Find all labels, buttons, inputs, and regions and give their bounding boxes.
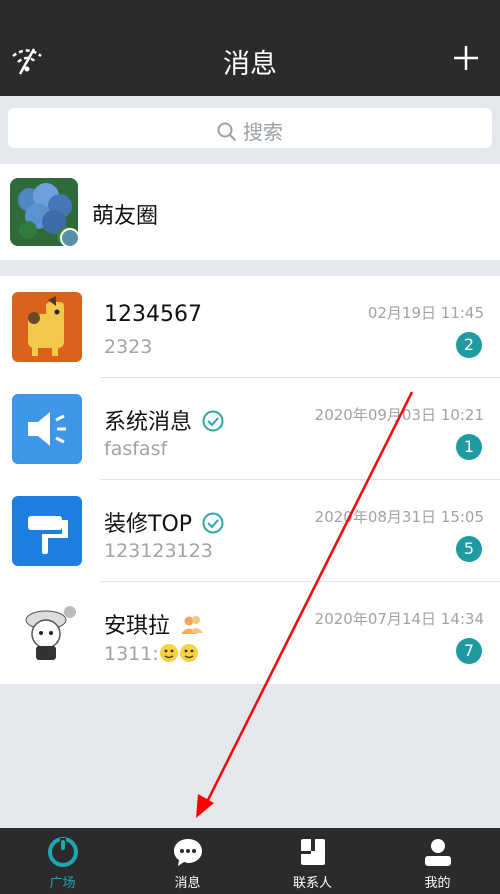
avatar <box>12 598 82 668</box>
conversation-preview: 1311: <box>104 642 199 665</box>
unread-badge: 1 <box>456 434 482 460</box>
contacts-icon <box>300 839 325 865</box>
tab-contacts[interactable]: 联系人 <box>250 828 375 894</box>
search-placeholder: 搜索 <box>243 120 283 144</box>
conversation-name: 安琪拉 <box>104 614 171 639</box>
tab-me[interactable]: 我的 <box>375 828 500 894</box>
avatar <box>12 496 82 566</box>
plus-icon[interactable] <box>452 44 480 72</box>
avatar <box>12 292 82 362</box>
emoji-icon <box>159 644 198 662</box>
tab-plaza[interactable]: 广场 <box>0 828 125 894</box>
verified-check-icon <box>60 228 80 248</box>
conversation-time: 2020年07月14日 14:34 <box>314 610 484 628</box>
tab-label: 消息 <box>174 876 201 891</box>
verified-check-icon <box>202 512 224 534</box>
moments-label: 萌友圈 <box>92 204 159 229</box>
list-item[interactable]: 安琪拉 1311: 2020年07月14日 14:34 7 <box>0 582 500 684</box>
conversation-name-wrap: 安琪拉 <box>104 608 204 640</box>
conversation-preview: fasfasf <box>104 438 168 460</box>
chat-bubble-icon <box>173 839 202 866</box>
group-icon <box>181 616 204 634</box>
unread-badge: 2 <box>456 332 482 358</box>
tab-label: 广场 <box>49 876 76 891</box>
preview-text: 1311: <box>104 643 159 665</box>
tab-label: 我的 <box>424 876 451 891</box>
conversation-list: 1234567 2323 02月19日 11:45 2 系统消息 fasfasf… <box>0 276 500 684</box>
search-input[interactable]: 搜索 <box>8 108 492 148</box>
conversation-name-wrap: 装修TOP <box>104 506 224 538</box>
verified-check-icon <box>202 410 224 432</box>
conversation-name: 1234567 <box>104 302 202 327</box>
moments-entry[interactable]: 萌友圈 <box>0 164 500 260</box>
tab-label: 联系人 <box>292 876 332 891</box>
user-icon <box>424 839 451 866</box>
conversation-time: 2020年09月03日 10:21 <box>314 406 484 424</box>
list-item[interactable]: 装修TOP 123123123 2020年08月31日 15:05 5 <box>0 480 500 582</box>
unread-badge: 5 <box>456 536 482 562</box>
conversation-preview: 123123123 <box>104 540 213 562</box>
conversation-time: 02月19日 11:45 <box>367 304 484 322</box>
conversation-name: 装修TOP <box>104 512 193 537</box>
search-icon <box>217 122 237 142</box>
plaza-icon <box>47 837 78 867</box>
conversation-name: 系统消息 <box>104 410 193 435</box>
conversation-time: 2020年08月31日 15:05 <box>314 508 484 526</box>
top-bar: 消息 <box>0 0 500 96</box>
list-item[interactable]: 系统消息 fasfasf 2020年09月03日 10:21 1 <box>0 378 500 480</box>
bottom-nav: 广场 消息 联系人 我的 <box>0 828 500 894</box>
search-bar: 搜索 <box>0 96 500 160</box>
tab-messages[interactable]: 消息 <box>125 828 250 894</box>
avatar <box>12 394 82 464</box>
list-item[interactable]: 1234567 2323 02月19日 11:45 2 <box>0 276 500 378</box>
conversation-name-wrap: 系统消息 <box>104 404 224 436</box>
page-title: 消息 <box>223 49 277 80</box>
unread-badge: 7 <box>456 638 482 664</box>
conversation-preview: 2323 <box>104 336 153 358</box>
